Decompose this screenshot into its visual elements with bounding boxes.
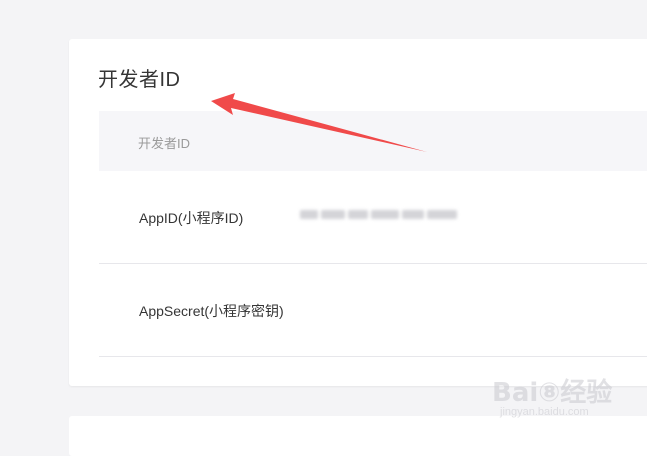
developer-id-card: 开发者ID 开发者ID AppID(小程序ID) AppSecret(小程序密钥… [69, 39, 647, 386]
appsecret-row: AppSecret(小程序密钥) [99, 264, 647, 357]
appsecret-label: AppSecret(小程序密钥) [139, 303, 284, 319]
table-header-label: 开发者ID [138, 136, 191, 151]
card-title: 开发者ID [98, 69, 181, 91]
appid-value-masked [300, 210, 460, 219]
watermark-brand: Bai⑧经验 [492, 378, 613, 408]
watermark-url: jingyan.baidu.com [500, 406, 589, 418]
appid-label: AppID(小程序ID) [139, 210, 244, 226]
baidu-jingyan-watermark: Bai⑧经验 jingyan.baidu.com [492, 360, 642, 430]
appid-row: AppID(小程序ID) [99, 171, 647, 264]
table-header: 开发者ID [99, 111, 647, 171]
